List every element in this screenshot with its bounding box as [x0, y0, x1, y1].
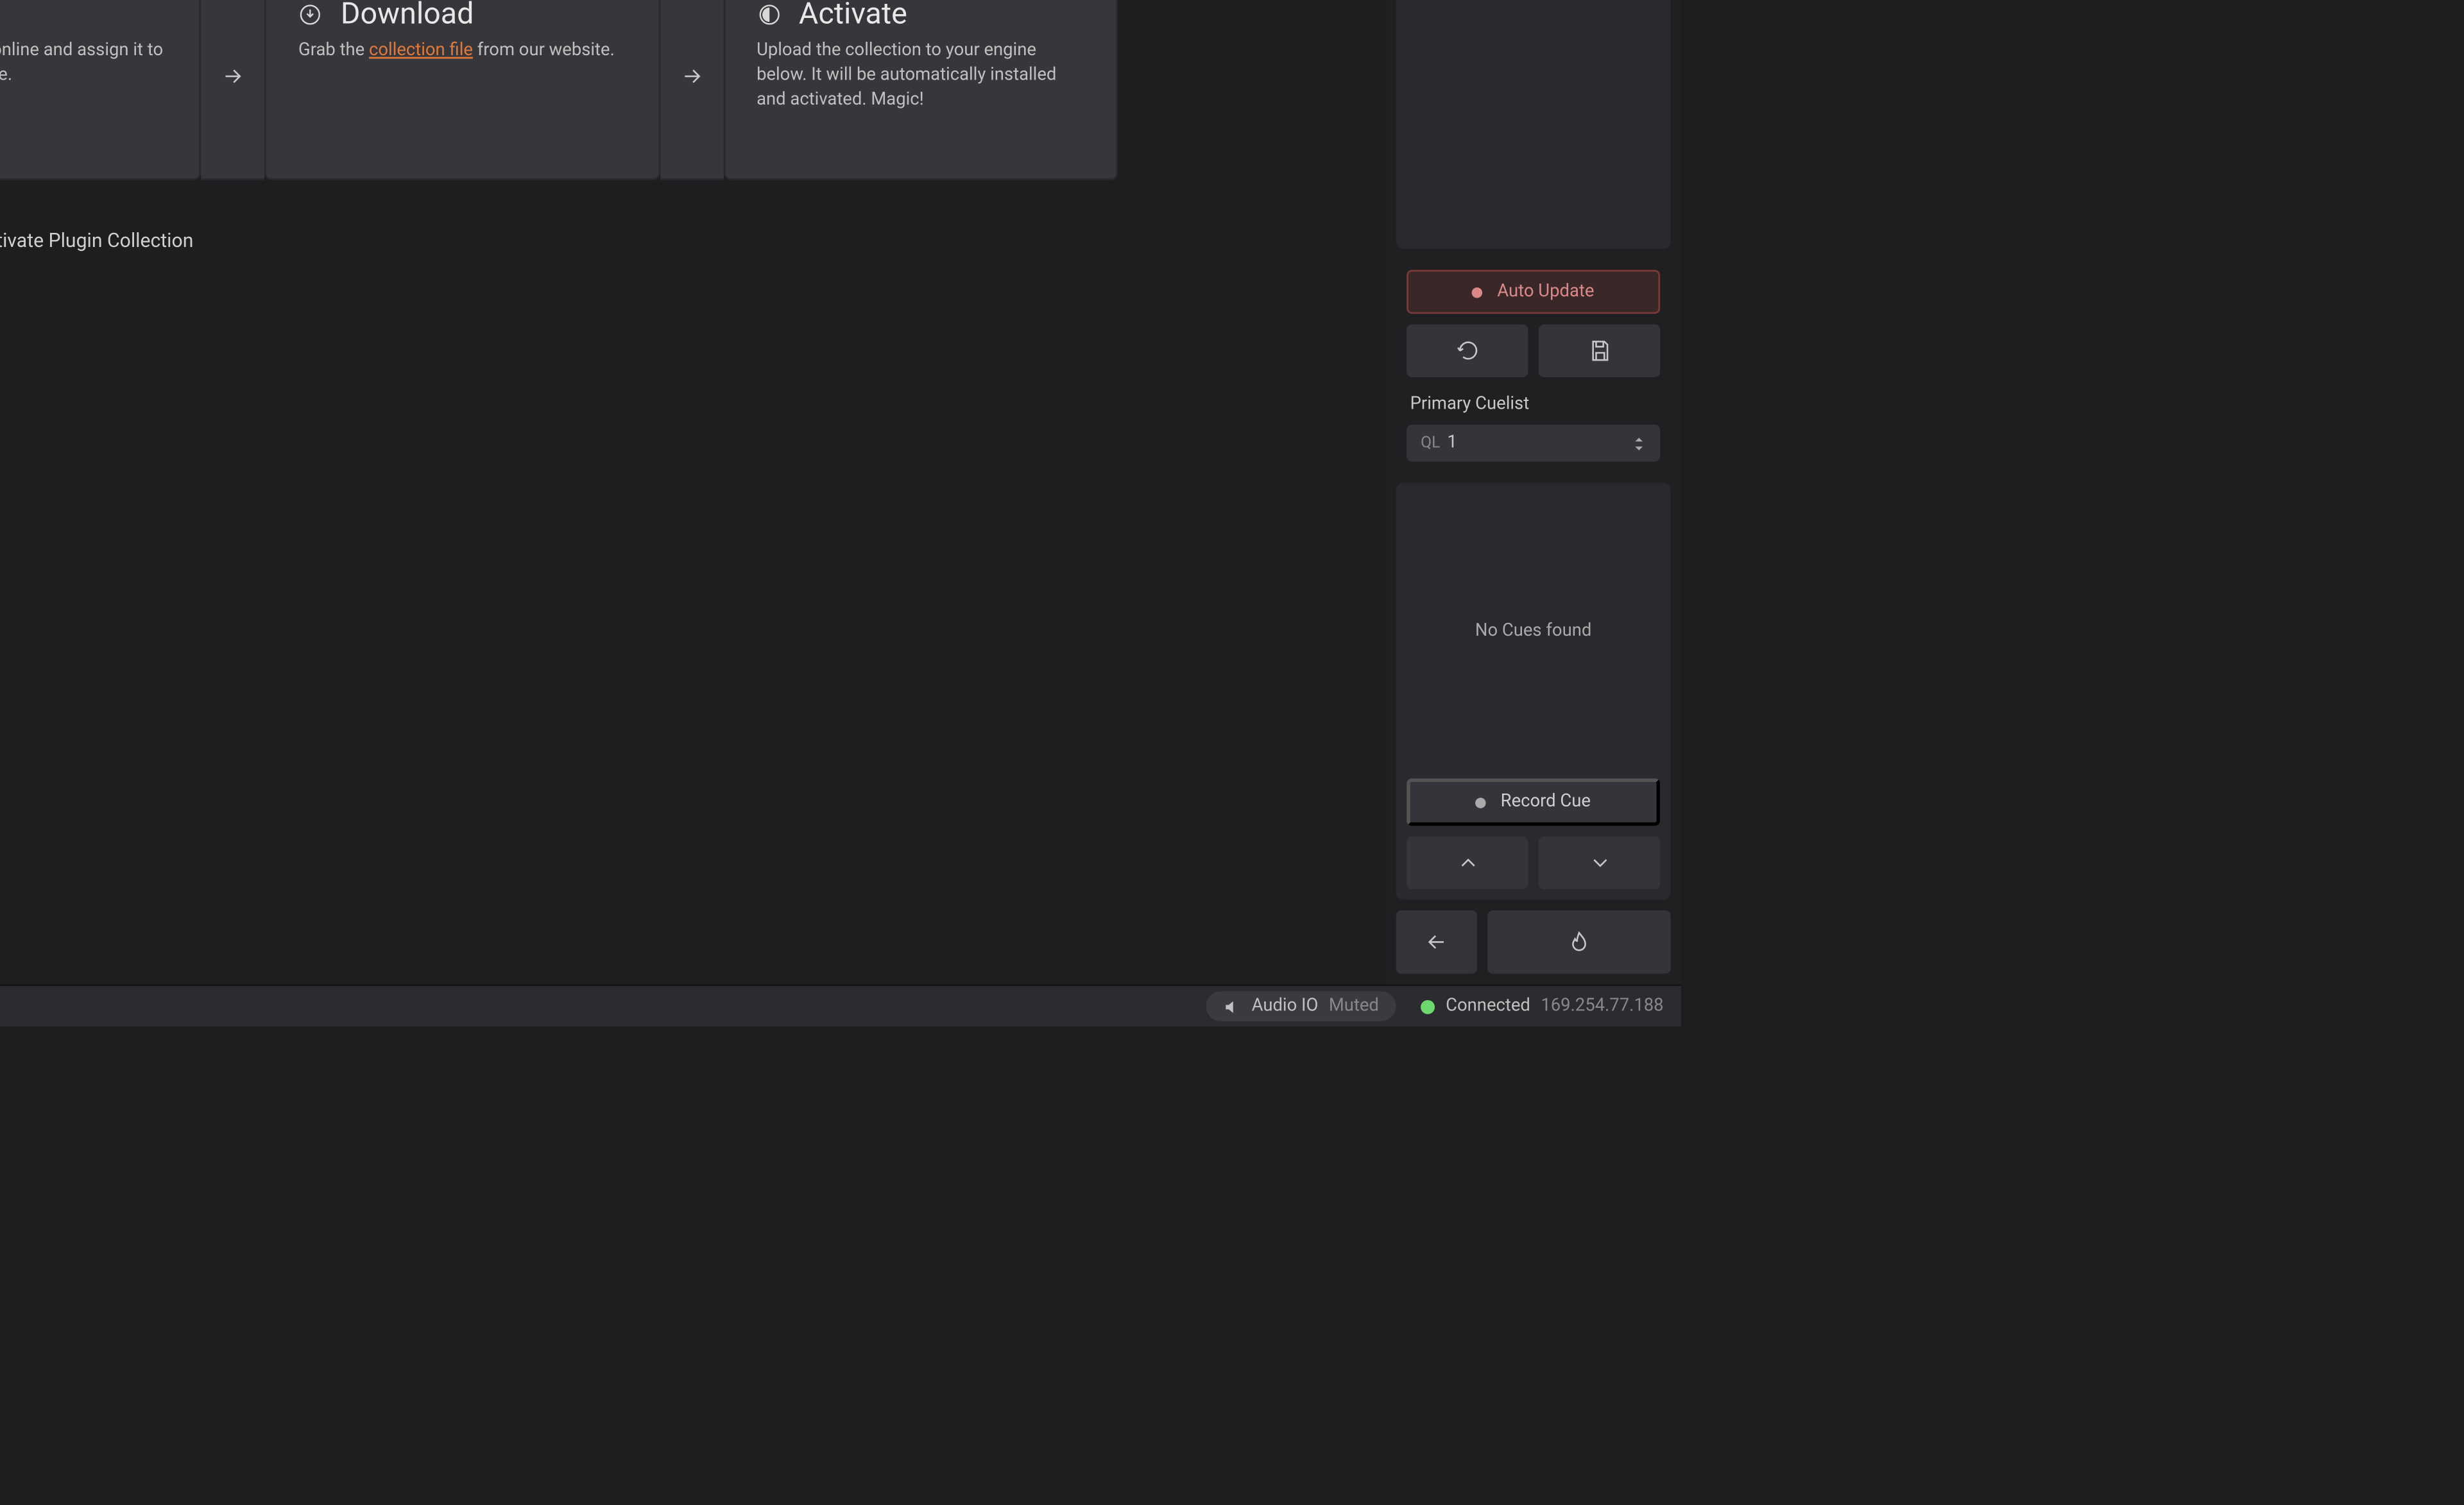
step-arrow-2 [660, 0, 723, 180]
step-activate: Activate Upload the collection to your e… [723, 0, 1118, 180]
magic-icon [757, 3, 781, 27]
record-dot-icon [1476, 797, 1486, 807]
step-signup-desc: Purchase a licence online and assign it … [0, 39, 168, 89]
right-panel: Auto Update Primary Cuelist QL1 [1385, 0, 1681, 984]
collection-file-link[interactable]: collection file [369, 41, 473, 60]
step-signup: Sign up Purchase a licence online and as… [0, 0, 201, 180]
upload-collection-button[interactable]: Upload & Activate Plugin Collection [0, 226, 1333, 254]
chevron-up-icon [1455, 851, 1480, 875]
arrow-left-icon [1425, 930, 1449, 954]
record-cue-button[interactable]: Record Cue [1407, 778, 1660, 826]
main-content: Plugin Collections transform.suite the u… [0, 0, 1385, 984]
speaker-icon [1224, 998, 1241, 1015]
primary-cuelist-select[interactable]: QL1 [1407, 425, 1660, 462]
audio-io-pill[interactable]: Audio IO Muted [1206, 991, 1396, 1021]
step-arrow-1 [201, 0, 265, 180]
step-activate-desc: Upload the collection to your engine bel… [757, 39, 1084, 113]
statusbar: Delete! Audio IO Muted Connected 169.254… [0, 984, 1681, 1026]
body: Showfiles Plugin Collections MIDI IO Sys… [0, 0, 1681, 984]
save-button[interactable] [1539, 325, 1660, 377]
step-download-title: Download [341, 0, 474, 32]
save-icon [1587, 339, 1611, 363]
go-back-button[interactable] [1396, 910, 1477, 974]
suite-hero-container: transform.suite the ultimate live sound … [0, 0, 1333, 180]
step-activate-title: Activate [799, 0, 907, 32]
cue-preview-block [1396, 0, 1671, 249]
cuelist-controls: Auto Update Primary Cuelist QL1 [1396, 259, 1671, 472]
step-download-desc: Grab the collection file from our websit… [298, 39, 626, 64]
primary-cuelist-label: Primary Cuelist [1407, 395, 1660, 414]
arrow-right-icon [221, 63, 245, 87]
cues-list: No Cues found Record Cue [1396, 483, 1671, 900]
go-button[interactable] [1487, 910, 1670, 974]
flame-icon [1567, 930, 1591, 954]
arrow-right-icon [679, 63, 703, 87]
connection-ip: 169.254.77.188 [1541, 996, 1663, 1016]
upload-collection-label: Upload & Activate Plugin Collection [0, 228, 193, 251]
step-download: Download Grab the collection file from o… [265, 0, 660, 180]
cue-next-button[interactable] [1539, 837, 1660, 889]
connection-status: Connected 169.254.77.188 [1421, 996, 1664, 1016]
onboarding-steps: Sign up Purchase a licence online and as… [0, 0, 1118, 180]
undo-icon [1455, 339, 1480, 363]
chevron-updown-icon [1632, 434, 1646, 452]
status-dot-icon [1421, 999, 1435, 1014]
chevron-down-icon [1587, 851, 1611, 875]
undo-button[interactable] [1407, 325, 1528, 377]
no-cues-message: No Cues found [1407, 493, 1660, 768]
record-dot-icon [1473, 287, 1483, 297]
auto-update-button[interactable]: Auto Update [1407, 270, 1660, 314]
cue-prev-button[interactable] [1407, 837, 1528, 889]
go-controls [1396, 910, 1671, 974]
download-icon [298, 3, 323, 27]
